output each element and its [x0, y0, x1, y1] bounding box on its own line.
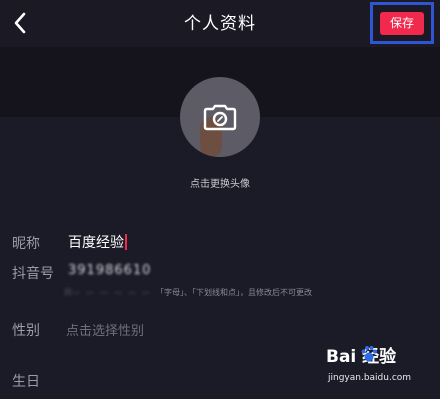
douyin-id-hint-text: 「字母」、「下划线和点」，且修改后不可更改 — [156, 288, 312, 297]
save-highlight-frame: 保存 — [370, 2, 434, 44]
douyin-id-hint-blurred: 只 — [64, 288, 72, 297]
watermark-url: jingyan.baidu.com — [328, 373, 412, 383]
change-avatar-hint[interactable]: 点击更换头像 — [0, 175, 440, 190]
douyin-id-hint-obscured: —————— — [72, 288, 156, 297]
nickname-field[interactable]: 百度经验 — [68, 232, 127, 252]
save-button[interactable]: 保存 — [380, 12, 424, 35]
nickname-label: 昵称 — [12, 236, 40, 252]
birthday-label: 生日 — [12, 374, 40, 390]
douyin-id-label: 抖音号 — [12, 266, 54, 282]
baidu-jingyan-watermark: Bai 经验 jingyan.baidu.com — [326, 342, 438, 397]
douyin-id-hint: 只——————「字母」、「下划线和点」，且修改后不可更改 — [64, 287, 312, 298]
nickname-value: 百度经验 — [68, 235, 124, 251]
gender-label: 性别 — [12, 323, 40, 339]
top-bar: 个人资料 保存 — [0, 0, 440, 47]
camera-icon — [203, 104, 237, 131]
douyin-id-field[interactable]: 391986610 — [68, 263, 151, 278]
gender-selector[interactable]: 点击选择性别 — [66, 320, 144, 339]
paw-icon — [361, 346, 377, 362]
text-cursor — [125, 234, 127, 250]
